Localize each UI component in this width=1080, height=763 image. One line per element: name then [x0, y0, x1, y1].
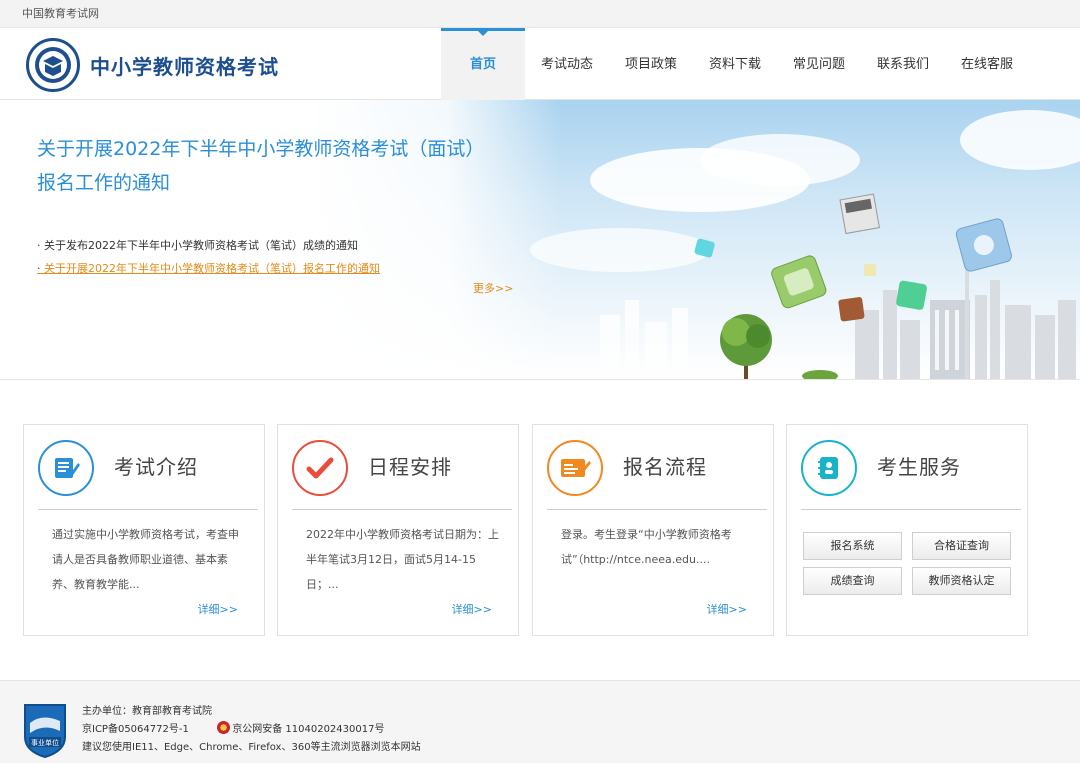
- score-query-button[interactable]: 成绩查询: [803, 567, 902, 595]
- news-item[interactable]: 关于开展2022年下半年中小学教师资格考试（笔试）报名工作的通知: [37, 257, 517, 280]
- news-list: 关于发布2022年下半年中小学教师资格考试（笔试）成绩的通知 关于开展2022年…: [37, 234, 517, 280]
- nav-exam-news[interactable]: 考试动态: [525, 28, 609, 100]
- news-item[interactable]: 关于发布2022年下半年中小学教师资格考试（笔试）成绩的通知: [37, 234, 517, 257]
- footer: 事业单位 主办单位：教育部教育考试院 京ICP备05064772号-1 京公网安…: [0, 680, 1080, 763]
- teacher-qualification-button[interactable]: 教师资格认定: [912, 567, 1011, 595]
- site-name-link[interactable]: 中国教育考试网: [22, 7, 99, 20]
- badge-text: 事业单位: [31, 738, 59, 747]
- registration-form-icon: [547, 440, 603, 496]
- nav-policy[interactable]: 项目政策: [609, 28, 693, 100]
- service-book-icon: [801, 440, 857, 496]
- exam-intro-icon: [38, 440, 94, 496]
- browser-tip: 建议您使用IE11、Edge、Chrome、Firefox、360等主流浏览器浏…: [82, 742, 421, 753]
- emblem-icon: [26, 38, 80, 92]
- police-record-link[interactable]: 京公网安备 11040202430017号: [232, 724, 384, 735]
- card-schedule: 日程安排 2022年中小学教师资格考试日期为：上半年笔试3月12日，面试5月14…: [277, 424, 519, 636]
- card-divider: [292, 509, 512, 510]
- checkmark-icon: [292, 440, 348, 496]
- nav-contact[interactable]: 联系我们: [861, 28, 945, 100]
- card-title: 考试介绍: [114, 455, 198, 479]
- card-description: 2022年中小学教师资格考试日期为：上半年笔试3月12日，面试5月14-15日；…: [306, 528, 499, 591]
- main-nav: 首页 考试动态 项目政策 资料下载 常见问题 联系我们 在线客服: [441, 28, 1029, 100]
- footer-info: 主办单位：教育部教育考试院 京ICP备05064772号-1 京公网安备 110…: [82, 703, 421, 757]
- public-institution-badge-icon[interactable]: 事业单位: [22, 701, 68, 759]
- police-emblem-icon: [217, 721, 231, 734]
- card-divider: [38, 509, 258, 510]
- site-title: 中小学教师资格考试: [90, 54, 279, 79]
- icp-link[interactable]: 京ICP备05064772号-1: [82, 724, 189, 735]
- card-description: 登录。考生登录“中小学教师资格考试”（http://ntce.neea.edu.…: [561, 528, 732, 566]
- card-exam-intro: 考试介绍 通过实施中小学教师资格考试，考查申请人是否具备教师职业道德、基本素养、…: [23, 424, 265, 636]
- nav-downloads[interactable]: 资料下载: [693, 28, 777, 100]
- card-divider: [801, 509, 1021, 510]
- banner-headline-link[interactable]: 关于开展2022年下半年中小学教师资格考试（面试）报名工作的通知: [37, 132, 497, 200]
- nav-faq[interactable]: 常见问题: [777, 28, 861, 100]
- nav-online-service[interactable]: 在线客服: [945, 28, 1029, 100]
- card-description: 通过实施中小学教师资格考试，考查申请人是否具备教师职业道德、基本素养、教育教学能…: [52, 528, 239, 591]
- registration-system-button[interactable]: 报名系统: [803, 532, 902, 560]
- detail-link[interactable]: 详细>>: [707, 601, 747, 617]
- site-logo[interactable]: 中小学教师资格考试: [26, 38, 279, 92]
- sponsor-text: 主办单位：教育部教育考试院: [82, 706, 212, 717]
- more-news-link[interactable]: 更多>>: [473, 280, 513, 296]
- card-divider: [547, 509, 767, 510]
- card-candidate-services: 考生服务 报名系统 合格证查询 成绩查询 教师资格认定: [786, 424, 1028, 636]
- card-title: 考生服务: [877, 455, 961, 479]
- detail-link[interactable]: 详细>>: [452, 601, 492, 617]
- card-title: 报名流程: [623, 455, 707, 479]
- card-title: 日程安排: [368, 455, 452, 479]
- detail-link[interactable]: 详细>>: [198, 601, 238, 617]
- card-registration-process: 报名流程 登录。考生登录“中小学教师资格考试”（http://ntce.neea…: [532, 424, 774, 636]
- nav-home[interactable]: 首页: [441, 28, 525, 100]
- banner: 关于开展2022年下半年中小学教师资格考试（面试）报名工作的通知 关于发布202…: [0, 100, 1080, 380]
- top-bar: 中国教育考试网: [0, 0, 1080, 28]
- certificate-query-button[interactable]: 合格证查询: [912, 532, 1011, 560]
- header: 中小学教师资格考试 首页 考试动态 项目政策 资料下载 常见问题 联系我们 在线…: [0, 28, 1080, 100]
